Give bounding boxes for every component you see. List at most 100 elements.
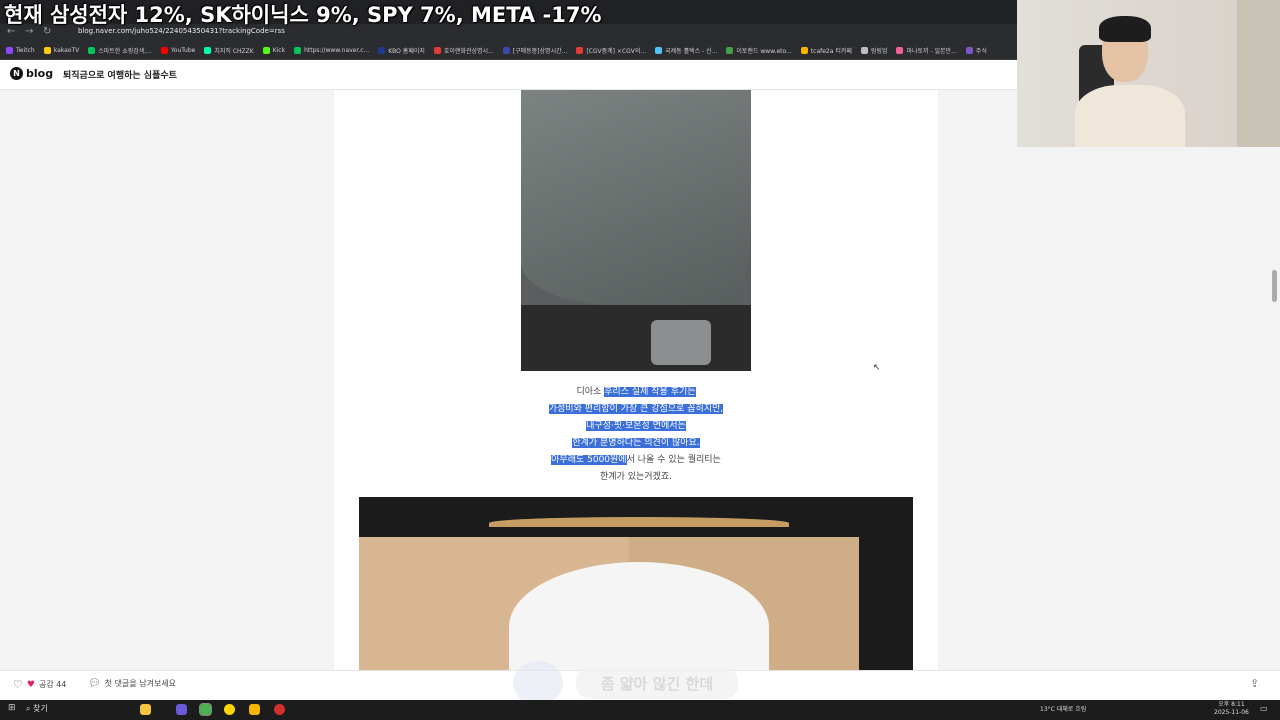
caption-post-text: 서 나올 수 있는 퀄리티는 <box>626 455 721 465</box>
bookmark-favicon-icon <box>726 47 734 54</box>
bookmark-item[interactable]: 호이랜화관상명시... <box>433 46 494 55</box>
bookmark-item[interactable]: 스마트한 쇼핑검색,... <box>88 46 152 55</box>
caption-pre-text: 디아소 <box>576 387 605 397</box>
bookmark-favicon-icon <box>88 47 96 54</box>
bookmark-item[interactable]: 이토랜드 www.eto... <box>726 46 792 55</box>
bookmark-item[interactable]: [구매등봉]상명시간... <box>502 46 568 55</box>
subtitle-overlay: 좀 얇아 않긴 한데 <box>576 667 738 699</box>
bookmark-item[interactable]: KBO 홈페이지 <box>378 46 425 55</box>
comment-button[interactable]: 💬︎ 첫 댓글을 남겨보세요 <box>88 678 176 689</box>
weather-widget[interactable]: 13°C 대체로 흐림 <box>1040 704 1086 713</box>
blog-logo-text: blog <box>26 67 54 80</box>
bookmark-label: https://www.naver.c... <box>304 47 370 54</box>
search-icon: ⌕ <box>26 704 34 713</box>
like-button[interactable]: ♡ ♥ 공감 44 <box>13 678 66 691</box>
webcam-overlay <box>1017 0 1280 147</box>
bookmark-item[interactable]: 주식 <box>965 46 987 55</box>
bookmark-label: tcafe2a 티카페 <box>810 48 852 55</box>
windows-taskbar <box>0 700 1280 720</box>
heart-icon: ♡ <box>13 678 23 691</box>
clock-date: 2025-11-06 <box>1214 709 1249 716</box>
caption-line: 가성비와 편리함이 가장 큰 강점으로 꼽히지만, <box>334 401 938 418</box>
bookmark-item[interactable]: tcafe2a 티카페 <box>800 46 852 55</box>
naver-blog-logo[interactable]: N blog <box>10 67 53 80</box>
caption-hl-text: 한계가 분명하다는 의견이 많아요. <box>572 438 700 448</box>
webcam-person-hair <box>1099 16 1151 42</box>
caption-hl-text: 후리스 실제 착용 후기는 <box>604 387 696 397</box>
photo-background <box>521 305 751 371</box>
bookmark-favicon-icon <box>378 47 386 54</box>
bookmark-favicon-icon <box>160 47 168 54</box>
mouse-cursor-icon: ↖ <box>873 363 881 373</box>
bookmark-label: [CGV중계] ×CGV의... <box>586 48 647 55</box>
caption-line: 한계가 분명하다는 의견이 많아요. <box>334 435 938 452</box>
bookmark-favicon-icon <box>655 47 663 54</box>
page-scrollbar[interactable] <box>1272 270 1277 302</box>
caption-line: 내구성·핏·보온성 면에서는 <box>334 418 938 435</box>
bookmark-item[interactable]: 마나토끼 - 일본만... <box>896 46 957 55</box>
post-photo-vest[interactable] <box>359 497 913 670</box>
caption-hl-text: 내구성·핏·보온성 면에서는 <box>586 421 686 431</box>
taskbar-clock[interactable]: 오후 8:11 2025-11-06 <box>1214 701 1249 717</box>
folder-icon[interactable] <box>249 704 260 715</box>
caption-line: 아무래도 5000원에서 나올 수 있는 퀄리티는 <box>334 452 938 469</box>
reaction-icons: ♥ <box>26 679 35 690</box>
copilot-icon[interactable] <box>140 704 151 715</box>
bookmark-label: 치지직 CHZZK <box>214 48 254 55</box>
bookmark-favicon-icon <box>896 47 904 54</box>
bookmark-label: 호이랜화관상명시... <box>443 48 494 55</box>
search-label: 찾기 <box>33 704 48 713</box>
bookmark-favicon-icon <box>965 47 973 54</box>
bookmark-favicon-icon <box>43 47 51 54</box>
caption-line: 디아소 후리스 실제 착용 후기는 <box>334 384 938 401</box>
bookmark-label: 국제동 홀텍스 - 신... <box>665 48 718 55</box>
bookmark-item[interactable]: kakaoTV <box>43 47 79 54</box>
webcam-person-body <box>1075 85 1185 147</box>
chrome-icon[interactable] <box>199 703 212 716</box>
bookmark-item[interactable]: Kick <box>262 47 286 54</box>
caption-hl-text: 아무래도 5000원에 <box>551 455 627 465</box>
bookmark-label: KBO 홈페이지 <box>388 48 425 55</box>
bookmark-item[interactable]: [CGV중계] ×CGV의... <box>576 46 646 55</box>
obs-icon[interactable] <box>274 704 285 715</box>
bookmark-item[interactable]: 치지직 CHZZK <box>204 46 254 55</box>
subtitle-avatar <box>513 661 563 705</box>
bookmark-favicon-icon <box>262 47 270 54</box>
kakaotalk-icon[interactable] <box>224 704 235 715</box>
bookmark-label: 주식 <box>975 48 987 55</box>
bookmark-favicon-icon <box>800 47 808 54</box>
taskbar-search[interactable]: ⌕ 찾기 <box>26 703 48 714</box>
app-icon[interactable] <box>176 704 187 715</box>
bookmark-label: 마나토끼 - 일본만... <box>906 48 957 55</box>
post-caption: 디아소 후리스 실제 착용 후기는가성비와 편리함이 가장 큰 강점으로 꼽히지… <box>334 384 938 486</box>
bookmark-label: [구매등봉]상명시간... <box>512 48 568 55</box>
bookmark-label: 링링업 <box>870 48 888 55</box>
bookmark-label: 스마트한 쇼핑검색,... <box>98 48 152 55</box>
bookmark-item[interactable]: 링링업 <box>860 46 888 55</box>
bookmark-item[interactable]: Twitch <box>6 47 35 54</box>
blog-title[interactable]: 퇴직금으로 여행하는 심플수트 <box>63 68 177 81</box>
bookmark-label: Twitch <box>16 47 35 54</box>
caption-post-text: 한계가 있는거겠죠. <box>600 472 672 482</box>
caption-hl-text: 가성비와 편리함이 가장 큰 강점으로 꼽히지만, <box>548 404 724 414</box>
bookmark-favicon-icon <box>860 47 868 54</box>
bookmark-favicon-icon <box>433 47 441 54</box>
post-photo-fleece[interactable] <box>521 90 751 371</box>
url-input[interactable]: blog.naver.com/juho524/224054350431?trac… <box>78 27 285 35</box>
bookmark-favicon-icon <box>576 47 584 54</box>
bookmark-label: Kick <box>272 47 286 54</box>
bookmark-favicon-icon <box>204 47 212 54</box>
stream-title-overlay: 현재 삼성전자 12%, SK하이닉스 9%, SPY 7%, META -17… <box>4 3 602 27</box>
share-icon[interactable]: ⇪ <box>1250 677 1259 690</box>
bookmark-item[interactable]: https://www.naver.c... <box>294 47 369 54</box>
notification-icon[interactable]: ▭ <box>1260 704 1268 713</box>
bookmark-item[interactable]: YouTube <box>160 47 195 54</box>
bookmark-item[interactable]: 국제동 홀텍스 - 신... <box>655 46 717 55</box>
comment-icon: 💬︎ <box>88 678 101 689</box>
like-count: 공감 44 <box>38 680 67 689</box>
wooden-hanger <box>489 517 789 529</box>
clock-time: 오후 8:11 <box>1218 701 1245 708</box>
start-icon[interactable]: ⊞ <box>8 703 16 713</box>
webcam-window <box>1237 0 1280 147</box>
caption-line: 한계가 있는거겠죠. <box>334 469 938 486</box>
